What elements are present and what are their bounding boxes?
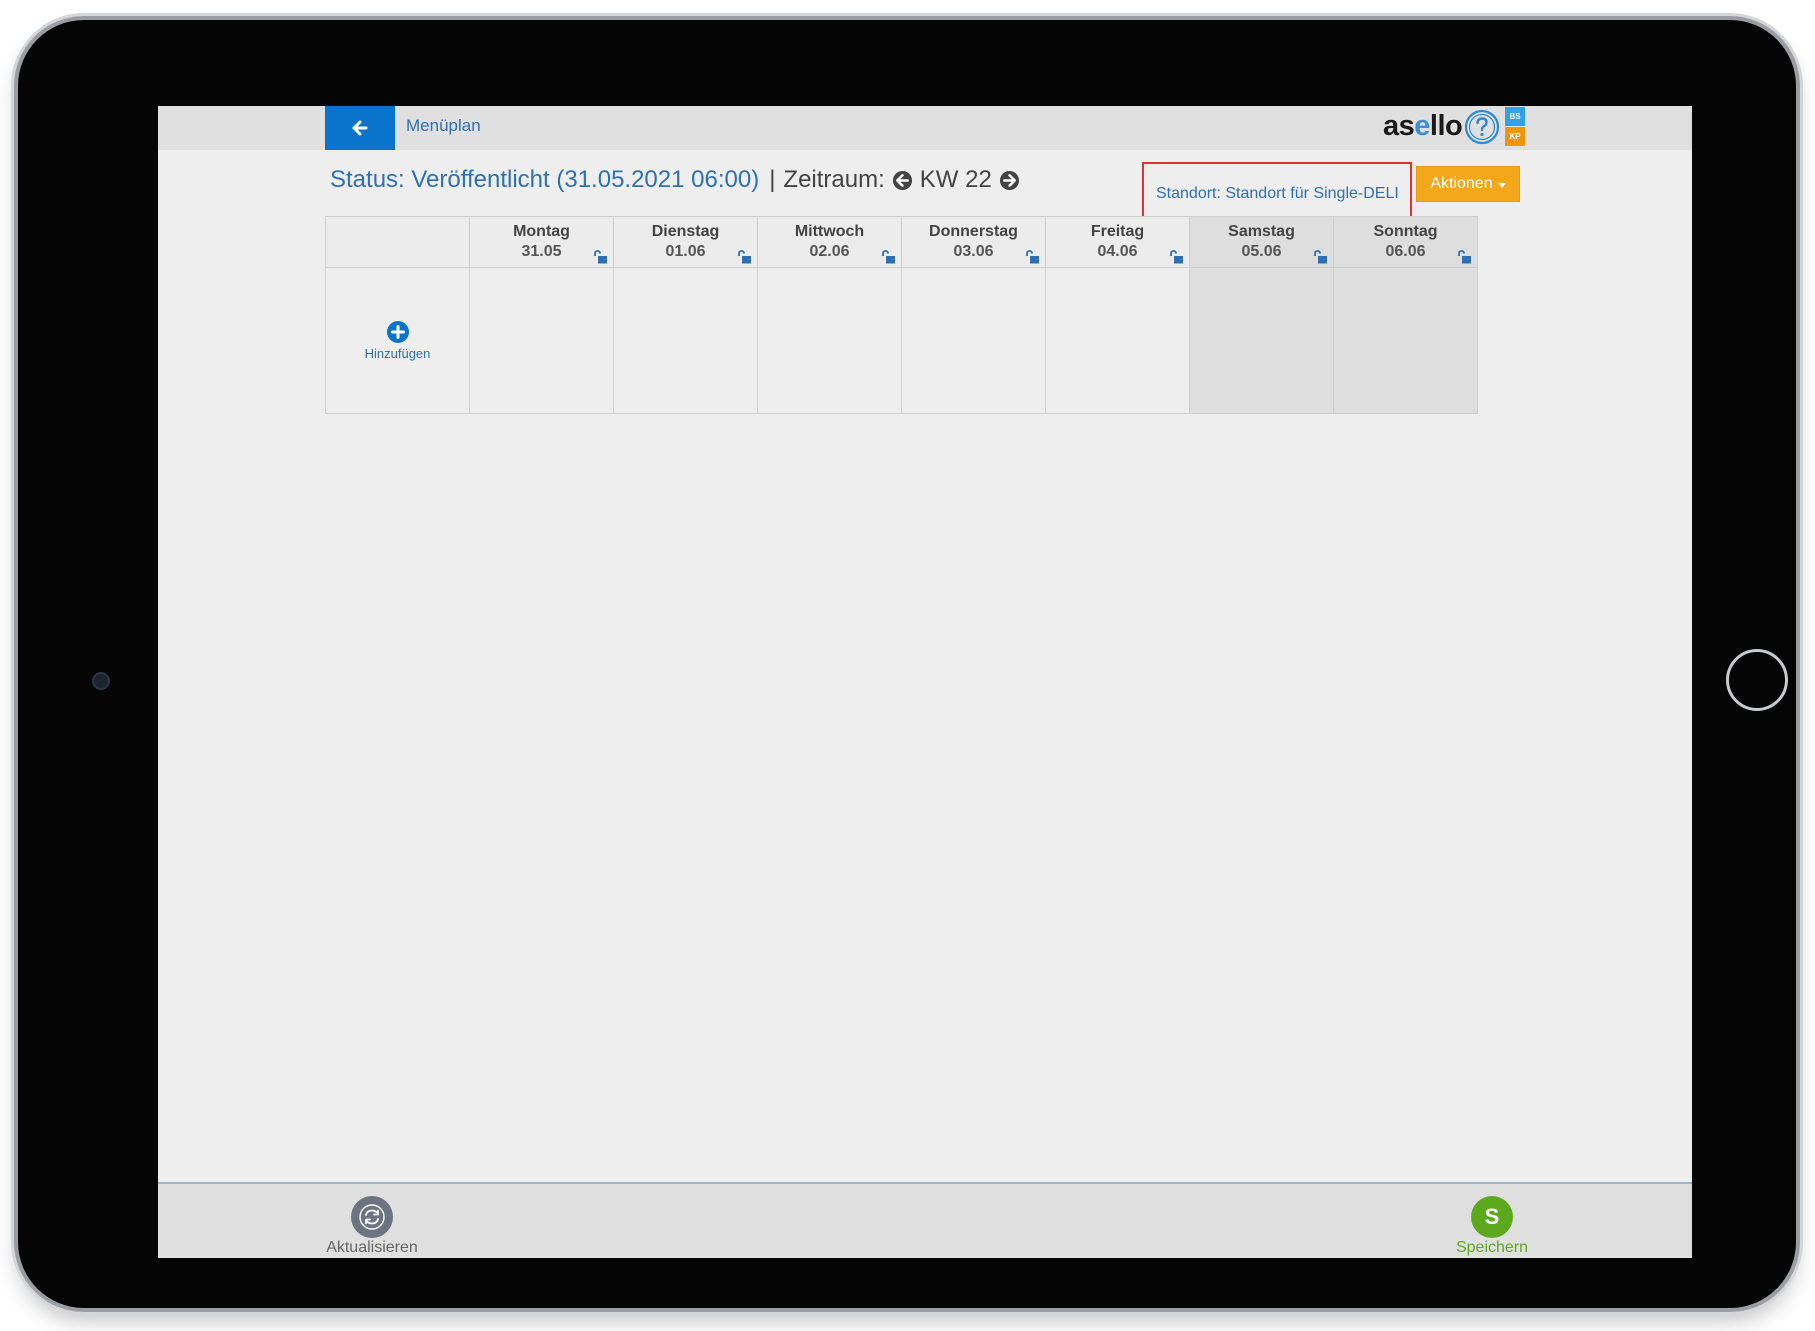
tablet-frame: Menüplan asello BS KP Status: Veröffentl… bbox=[18, 20, 1796, 1308]
day-name: Dienstag bbox=[651, 223, 720, 240]
save-button[interactable]: S Speichern bbox=[1442, 1196, 1542, 1257]
day-date: 05.06 bbox=[1241, 243, 1282, 260]
day-name: Samstag bbox=[1228, 223, 1295, 240]
day-header-sonntag: Sonntag 06.06 bbox=[1333, 216, 1478, 268]
unlock-icon[interactable] bbox=[881, 250, 896, 264]
save-label: Speichern bbox=[1455, 1239, 1529, 1256]
status-label: Status: Veröffentlicht (31.05.2021 06:00… bbox=[330, 166, 760, 193]
meal-cell-donnerstag[interactable] bbox=[901, 267, 1046, 414]
standort-selector[interactable]: Standort: Standort für Single-DELI bbox=[1142, 162, 1412, 224]
day-header-samstag: Samstag 05.06 bbox=[1189, 216, 1334, 268]
arrow-circle-right-icon[interactable] bbox=[999, 170, 1020, 191]
meal-cell-dienstag[interactable] bbox=[613, 267, 758, 414]
day-date: 01.06 bbox=[665, 243, 706, 260]
aktionen-label: Aktionen bbox=[1430, 175, 1493, 192]
day-header-row: Montag 31.05 Dienstag 01.06 Mittwoch 02.… bbox=[325, 216, 1478, 268]
day-date: 31.05 bbox=[521, 243, 562, 260]
meal-cell-samstag[interactable] bbox=[1189, 267, 1334, 414]
unlock-icon[interactable] bbox=[1457, 250, 1472, 264]
standort-label: Standort: Standort für Single-DELI bbox=[1156, 185, 1399, 202]
unlock-icon[interactable] bbox=[1025, 250, 1040, 264]
separator: | bbox=[769, 166, 776, 193]
bottom-bar: Aktualisieren S Speichern bbox=[158, 1182, 1692, 1258]
day-header-montag: Montag 31.05 bbox=[469, 216, 614, 268]
app-screen: Menüplan asello BS KP Status: Veröffentl… bbox=[158, 106, 1692, 1258]
meal-cell-montag[interactable] bbox=[469, 267, 614, 414]
arrow-circle-left-icon[interactable] bbox=[892, 170, 913, 191]
back-button[interactable] bbox=[325, 106, 395, 150]
corner-cell bbox=[325, 216, 470, 268]
day-date: 04.06 bbox=[1097, 243, 1138, 260]
day-date: 03.06 bbox=[953, 243, 994, 260]
menu-plan-table: Montag 31.05 Dienstag 01.06 Mittwoch 02.… bbox=[325, 216, 1478, 414]
plus-circle-icon bbox=[386, 321, 409, 343]
unlock-icon[interactable] bbox=[1169, 250, 1184, 264]
camera-icon bbox=[92, 672, 110, 690]
day-name: Mittwoch bbox=[794, 223, 865, 240]
unlock-icon[interactable] bbox=[593, 250, 608, 264]
day-date: 06.06 bbox=[1385, 243, 1426, 260]
status-line: Status: Veröffentlicht (31.05.2021 06:00… bbox=[330, 166, 1027, 194]
day-header-mittwoch: Mittwoch 02.06 bbox=[757, 216, 902, 268]
bs-badge[interactable]: BS bbox=[1505, 107, 1525, 126]
day-name: Donnerstag bbox=[929, 223, 1018, 240]
add-button[interactable]: Hinzufügen bbox=[326, 320, 469, 361]
day-header-dienstag: Dienstag 01.06 bbox=[613, 216, 758, 268]
day-date: 02.06 bbox=[809, 243, 850, 260]
day-header-donnerstag: Donnerstag 03.06 bbox=[901, 216, 1046, 268]
refresh-button[interactable]: Aktualisieren bbox=[322, 1196, 422, 1257]
save-initial: S bbox=[1484, 1204, 1500, 1229]
meal-cell-freitag[interactable] bbox=[1045, 267, 1190, 414]
refresh-icon bbox=[351, 1196, 393, 1238]
arrow-left-icon bbox=[352, 120, 368, 136]
week-label: KW 22 bbox=[919, 166, 992, 193]
day-name: Freitag bbox=[1090, 223, 1145, 240]
meal-cell-sonntag[interactable] bbox=[1333, 267, 1478, 414]
unlock-icon[interactable] bbox=[1313, 250, 1328, 264]
home-button[interactable] bbox=[1726, 649, 1788, 711]
add-label: Hinzufügen bbox=[364, 346, 431, 361]
caret-down-icon bbox=[1497, 182, 1506, 188]
kp-badge[interactable]: KP bbox=[1505, 127, 1525, 146]
day-header-freitag: Freitag 04.06 bbox=[1045, 216, 1190, 268]
save-icon: S bbox=[1471, 1196, 1513, 1238]
refresh-label: Aktualisieren bbox=[326, 1239, 418, 1256]
page-title: Menüplan bbox=[406, 116, 481, 135]
add-cell[interactable]: Hinzufügen bbox=[325, 267, 470, 414]
top-bar: Menüplan asello BS KP bbox=[158, 106, 1692, 150]
day-name: Montag bbox=[513, 223, 570, 240]
help-icon[interactable] bbox=[1464, 109, 1500, 145]
period-label: Zeitraum: bbox=[783, 166, 885, 193]
meal-cell-mittwoch[interactable] bbox=[757, 267, 902, 414]
day-name: Sonntag bbox=[1373, 223, 1438, 240]
unlock-icon[interactable] bbox=[737, 250, 752, 264]
asello-logo: asello bbox=[1383, 110, 1463, 142]
meal-row: Hinzufügen bbox=[325, 267, 1478, 414]
aktionen-dropdown-button[interactable]: Aktionen bbox=[1416, 166, 1520, 202]
